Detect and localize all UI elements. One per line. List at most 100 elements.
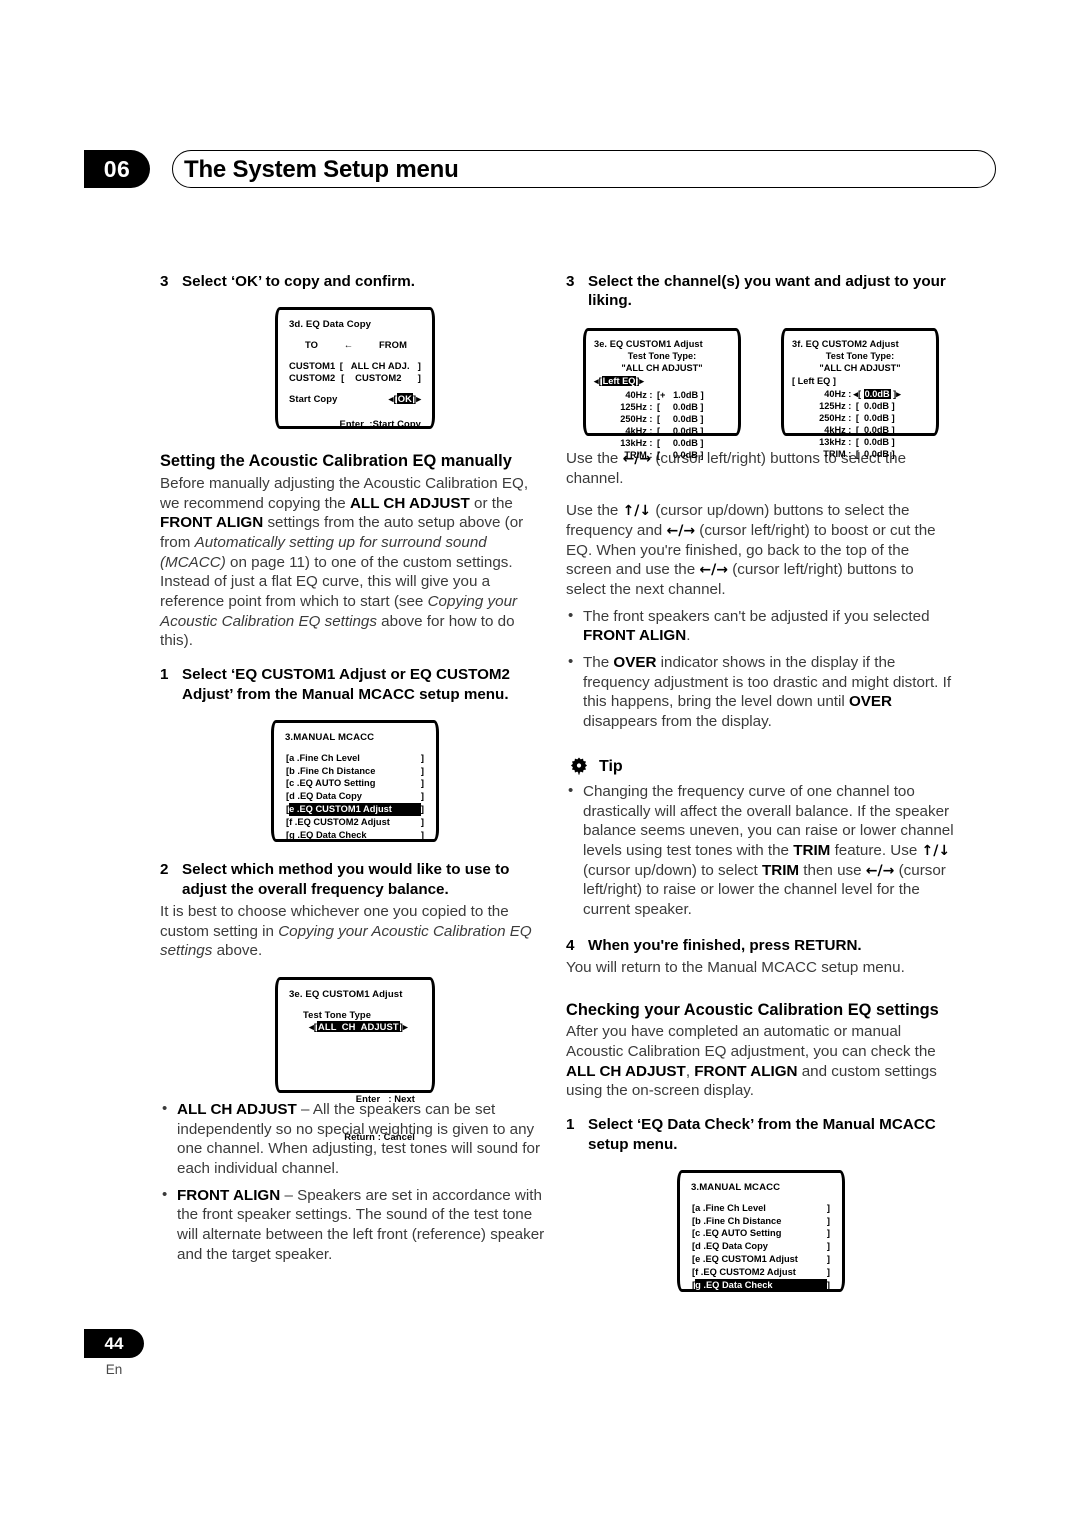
osd-menu-item[interactable]: [ e .EQ CUSTOM1 Adjust ] (285, 803, 425, 816)
step-2-number: 2 (160, 861, 169, 879)
osd-menu-item[interactable]: [ f .EQ CUSTOM2 Adjust ] (691, 1266, 831, 1279)
osd-menu-item-label: g .EQ Data Check (289, 829, 367, 840)
osd-eq-value: [ 0.0dB ] (654, 437, 704, 448)
text-part: or the (469, 494, 513, 512)
right-bullet-list: The front speakers can't be adjusted if … (566, 606, 956, 732)
list-item: Changing the frequency curve of one chan… (566, 781, 956, 920)
step-1-number: 1 (160, 666, 169, 684)
osd-eq-row[interactable]: TRIM : [ 0.0dB ] (819, 449, 901, 461)
osd-menu-item[interactable]: [ a .Fine Ch Level ] (691, 1202, 831, 1215)
bold-all-ch-adjust: ALL CH ADJUST (177, 1101, 297, 1119)
osd-title: 3d. EQ Data Copy (289, 319, 372, 331)
osd-eq-frequency-label: 125Hz : (819, 401, 852, 411)
osd-menu-list[interactable]: [ a .Fine Ch Level ][ b .Fine Ch Distanc… (691, 1202, 831, 1292)
step-4-heading: 4 When you're finished, press RETURN. (566, 936, 956, 955)
step-1-text: Select ‘EQ CUSTOM1 Adjust or EQ CUSTOM2 … (182, 666, 510, 703)
osd-menu-item[interactable]: [ d .EQ Data Copy ] (691, 1240, 831, 1253)
bold-trim: TRIM (793, 841, 831, 859)
osd-channel-selector[interactable]: ◂[Left EQ]▸ (594, 376, 730, 387)
right-column: 3 Select the channel(s) you want and adj… (566, 272, 956, 1292)
osd-custom1-row: CUSTOM1 [ ALL CH ADJ. ] (289, 360, 421, 373)
chapter-number: 06 (103, 155, 131, 182)
osd-right-arrow-icon: ]▸ (399, 1021, 408, 1033)
bold-over: OVER (848, 693, 892, 711)
text-part: The (583, 654, 614, 672)
osd-eq-row[interactable]: 40Hz : ◂[ 0.0dB ]▸ (819, 389, 901, 401)
osd-eq-row[interactable]: 13kHz : [ 0.0dB ] (819, 437, 901, 449)
step-1-text: Select ‘EQ Data Check’ from the Manual M… (588, 1116, 936, 1153)
osd-eq-rows: 40Hz : [+ 1.0dB ] 125Hz : [ 0.0dB ] 250Hz … (620, 390, 703, 462)
osd-menu-item[interactable]: [ b .Fine Ch Distance ] (285, 765, 425, 778)
osd-menu-item[interactable]: [ g .EQ Data Check ] (285, 829, 425, 842)
cursor-left-right-icon: ←/→ (699, 562, 728, 579)
osd-title: 3.MANUAL MCACC (691, 1181, 781, 1193)
paragraph-setting-manually: Before manually adjusting the Acoustic C… (160, 474, 550, 651)
paragraph-step-2: It is best to choose whichever one you c… (160, 902, 550, 961)
osd-eq-value: [ 0.0dB ] (654, 402, 704, 412)
osd-eq-frequency-label: 250Hz : (620, 413, 653, 424)
osd-menu-item[interactable]: [ a .Fine Ch Level ] (285, 752, 425, 765)
paragraph-step-4: You will return to the Manual MCACC setu… (566, 959, 905, 977)
text-part: , (685, 1062, 695, 1080)
osd-bracket-right: ] (420, 791, 424, 802)
bold-front-align: FRONT ALIGN (177, 1186, 281, 1204)
osd-channel-selector[interactable]: [ Left EQ ] (792, 376, 928, 386)
osd-menu-item[interactable]: [ b .Fine Ch Distance ] (691, 1215, 831, 1228)
osd-custom2-value: [ CUSTOM2 ] (341, 372, 421, 384)
osd-eq-rows: 40Hz : ◂[ 0.0dB ]▸ 125Hz : [ 0.0dB ] 250Hz … (819, 389, 901, 461)
osd-eq-frequency-label: 125Hz : (620, 402, 653, 412)
subheading-checking-settings: Checking your Acoustic Calibration EQ se… (566, 1000, 939, 1019)
osd-bracket-right: ] (420, 752, 424, 763)
cursor-left-right-icon: ←/→ (865, 862, 895, 879)
osd-test-tone-selector[interactable]: ◂[ALL CH ADJUST]▸ (309, 1021, 421, 1034)
bold-front-align: FRONT ALIGN (160, 514, 264, 532)
osd-eq-row[interactable]: 125Hz : [ 0.0dB ] (620, 402, 703, 414)
osd-eq-value: [ 0.0dB ] (654, 449, 704, 460)
osd-eq-value-selected: 0.0dB (863, 389, 891, 400)
osd-menu-item[interactable]: [ c .EQ AUTO Setting ] (691, 1227, 831, 1240)
text-part: . (686, 627, 691, 645)
osd-bracket-right: ] (826, 1241, 830, 1252)
osd-ok-prefix: ◂[ (388, 392, 397, 404)
osd-eq-row[interactable]: 125Hz : [ 0.0dB ] (819, 401, 901, 413)
osd-menu-item[interactable]: [ c .EQ AUTO Setting ] (285, 777, 425, 790)
osd-menu-list[interactable]: [ a .Fine Ch Level ][ b .Fine Ch Distanc… (285, 752, 425, 842)
osd-eq-row[interactable]: 13kHz : [ 0.0dB ] (620, 438, 703, 450)
tip-label: Tip (599, 757, 623, 775)
osd-eq-frequency-label: 4kHz : (625, 425, 653, 436)
osd-tone-type-value: "ALL CH ADJUST" (819, 363, 901, 374)
osd-eq-frequency-label: TRIM : (823, 448, 852, 459)
osd-menu-item-label: c .EQ AUTO Setting (289, 778, 376, 789)
osd-left-arrow-icon: ◂[ (309, 1021, 318, 1033)
bold-all-ch-adjust: ALL CH ADJUST (566, 1062, 686, 1080)
osd-eq-row[interactable]: 40Hz : [+ 1.0dB ] (620, 390, 703, 402)
bold-front-align: FRONT ALIGN (694, 1062, 798, 1080)
text-part: then use (799, 861, 866, 879)
osd-eq-row[interactable]: 4kHz : [ 0.0dB ] (620, 426, 703, 438)
osd-bracket-right: ] (826, 1202, 830, 1213)
osd-tone-type-value: "ALL CH ADJUST" (621, 363, 703, 374)
osd-menu-item-label: b .Fine Ch Distance (289, 765, 376, 776)
osd-menu-item[interactable]: [ d .EQ Data Copy ] (285, 790, 425, 803)
osd-right-arrow-icon: ]▸ (636, 376, 645, 387)
osd-menu-item[interactable]: [ g .EQ Data Check ] (691, 1278, 831, 1292)
osd-eq-row[interactable]: 4kHz : [ 0.0dB ] (819, 425, 901, 437)
osd-bracket-right: ] (826, 1254, 830, 1265)
osd-title: 3.MANUAL MCACC (285, 732, 375, 744)
osd-to-label: TO (305, 339, 319, 351)
osd-test-tone-label: Test Tone Type (303, 1008, 372, 1020)
osd-eq-value: [ 0.0dB ] (853, 401, 895, 411)
osd-eq-row[interactable]: 250Hz : [ 0.0dB ] (620, 414, 703, 426)
osd-menu-item[interactable]: [ e .EQ CUSTOM1 Adjust ] (691, 1253, 831, 1266)
osd-eq-row[interactable]: TRIM : [ 0.0dB ] (620, 450, 703, 462)
cursor-left-right-icon: ←/→ (666, 522, 696, 539)
osd-menu-item[interactable]: [ f .EQ CUSTOM2 Adjust ] (285, 816, 425, 829)
page-number-pill-wrap: 44 (84, 1329, 204, 1358)
osd-menu-item-label: f .EQ CUSTOM2 Adjust (695, 1266, 796, 1277)
osd-eq-value: [ 0.0dB ] (853, 448, 895, 459)
osd-eq-value: [ 0.0dB ] (654, 425, 704, 436)
paragraph-cursor-frequency: Use the ↑/↓ (cursor up/down) buttons to … (566, 501, 956, 599)
osd-test-tone-type: 3e. EQ CUSTOM1 Adjust Test Tone Type ◂[A… (275, 977, 435, 1142)
osd-channel-value: Left EQ (601, 376, 637, 387)
osd-eq-row[interactable]: 250Hz : [ 0.0dB ] (819, 413, 901, 425)
